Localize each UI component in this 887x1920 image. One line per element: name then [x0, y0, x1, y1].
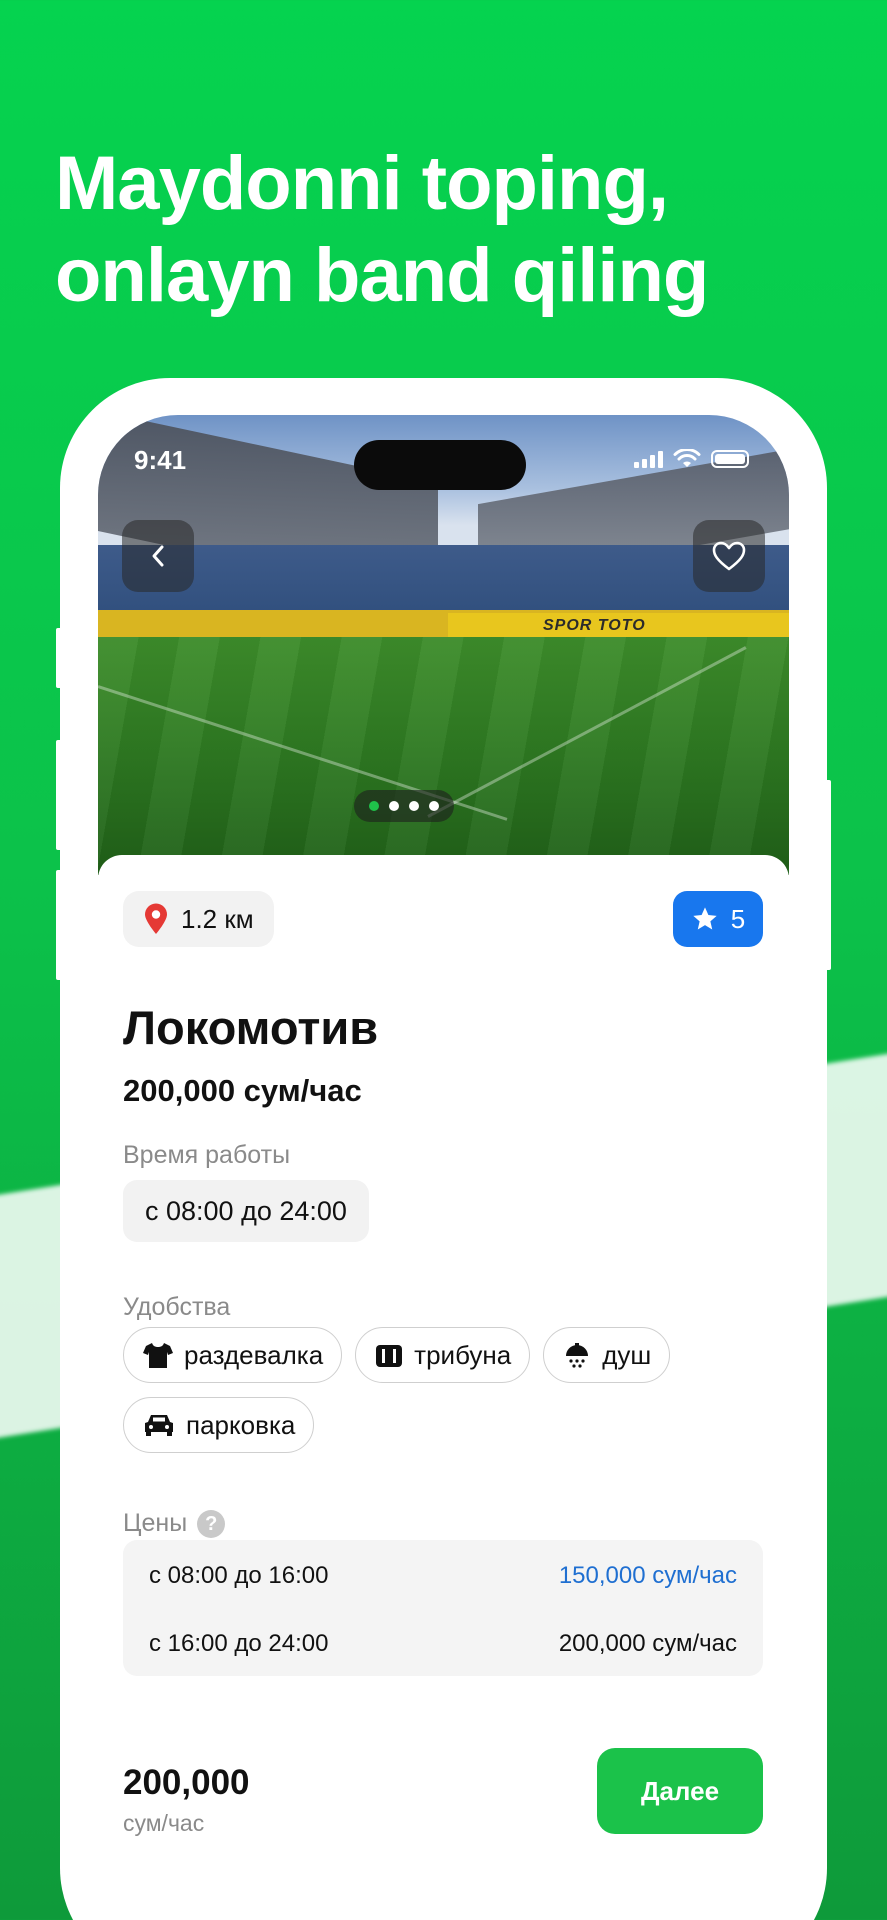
venue-name: Локомотив [123, 1001, 379, 1054]
dynamic-island [354, 440, 526, 490]
distance-value: 1.2 км [181, 903, 254, 934]
shower-icon [566, 1343, 589, 1368]
price-row-value: 150,000 сум/час [558, 1562, 737, 1589]
carousel-dot[interactable] [409, 801, 419, 811]
price-row-value: 200,000 сум/час [558, 1630, 737, 1657]
distance-chip: 1.2 км [123, 891, 274, 947]
phone-volume-up [56, 740, 64, 850]
amenities-list: раздевалка трибуна душ парковка [123, 1327, 773, 1453]
help-icon[interactable]: ? [197, 1510, 226, 1539]
amenities-label: Удобства [123, 1293, 231, 1321]
back-button[interactable] [122, 520, 194, 592]
amenity-chip: парковка [123, 1397, 315, 1453]
battery-icon [711, 450, 749, 468]
headline: Maydonni toping, onlayn band qiling [55, 138, 855, 322]
amenity-chip: душ [543, 1327, 671, 1383]
price-row: с 16:00 до 24:00 200,000 сум/час [149, 1630, 737, 1658]
prices-table: с 08:00 до 16:00 150,000 сум/час с 16:00… [123, 1540, 763, 1676]
tshirt-icon [143, 1343, 173, 1368]
hours-chip: с 08:00 до 24:00 [123, 1180, 369, 1242]
pitch-grass [98, 637, 789, 875]
heart-icon [712, 541, 746, 571]
hours-label: Время работы [123, 1141, 291, 1169]
headline-line-1: Maydonni toping, [55, 141, 669, 226]
phone-screen: SPOR TOTO 9:41 1.2 км 5 Локомотив 200,00… [98, 415, 789, 1920]
carousel-dot[interactable] [369, 801, 379, 811]
status-time: 9:41 [134, 445, 187, 475]
rating-value: 5 [730, 903, 746, 934]
price-row-time: с 08:00 до 16:00 [149, 1562, 329, 1589]
venue-photo[interactable]: SPOR TOTO 9:41 [98, 415, 789, 875]
chevron-left-icon [152, 545, 164, 567]
carousel-dot[interactable] [389, 801, 399, 811]
sponsor-board: SPOR TOTO [543, 617, 646, 634]
phone-volume-down [56, 870, 64, 980]
amenity-label: раздевалка [184, 1339, 324, 1370]
star-icon [693, 907, 717, 930]
price-row-time: с 16:00 до 24:00 [149, 1630, 329, 1657]
amenity-label: парковка [186, 1409, 296, 1440]
total-price: 200,000 [123, 1763, 250, 1802]
car-icon [145, 1415, 173, 1436]
rating-badge: 5 [673, 891, 763, 947]
carousel-indicator[interactable] [354, 790, 454, 822]
headline-line-2: onlayn band qiling [55, 233, 709, 318]
stand-icon [376, 1345, 403, 1367]
cellular-signal-icon [634, 450, 663, 468]
amenity-label: душ [602, 1339, 652, 1370]
amenity-chip: раздевалка [123, 1327, 343, 1383]
phone-action-button [56, 628, 64, 688]
next-button[interactable]: Далее [597, 1748, 763, 1834]
wifi-icon [673, 449, 701, 467]
venue-details-sheet: 1.2 км 5 Локомотив 200,000 сум/час Время… [98, 855, 789, 1920]
amenity-label: трибуна [414, 1339, 512, 1370]
venue-price: 200,000 сум/час [123, 1073, 362, 1108]
favorite-button[interactable] [693, 520, 765, 592]
total-price-unit: сум/час [123, 1810, 205, 1836]
location-pin-icon [145, 903, 167, 934]
price-row: с 08:00 до 16:00 150,000 сум/час [149, 1562, 737, 1590]
prices-label: Цены? [123, 1509, 226, 1539]
carousel-dot[interactable] [429, 801, 439, 811]
prices-label-text: Цены [123, 1509, 188, 1537]
amenity-chip: трибуна [355, 1327, 531, 1383]
status-icons [634, 449, 749, 469]
phone-side-button [823, 780, 831, 970]
